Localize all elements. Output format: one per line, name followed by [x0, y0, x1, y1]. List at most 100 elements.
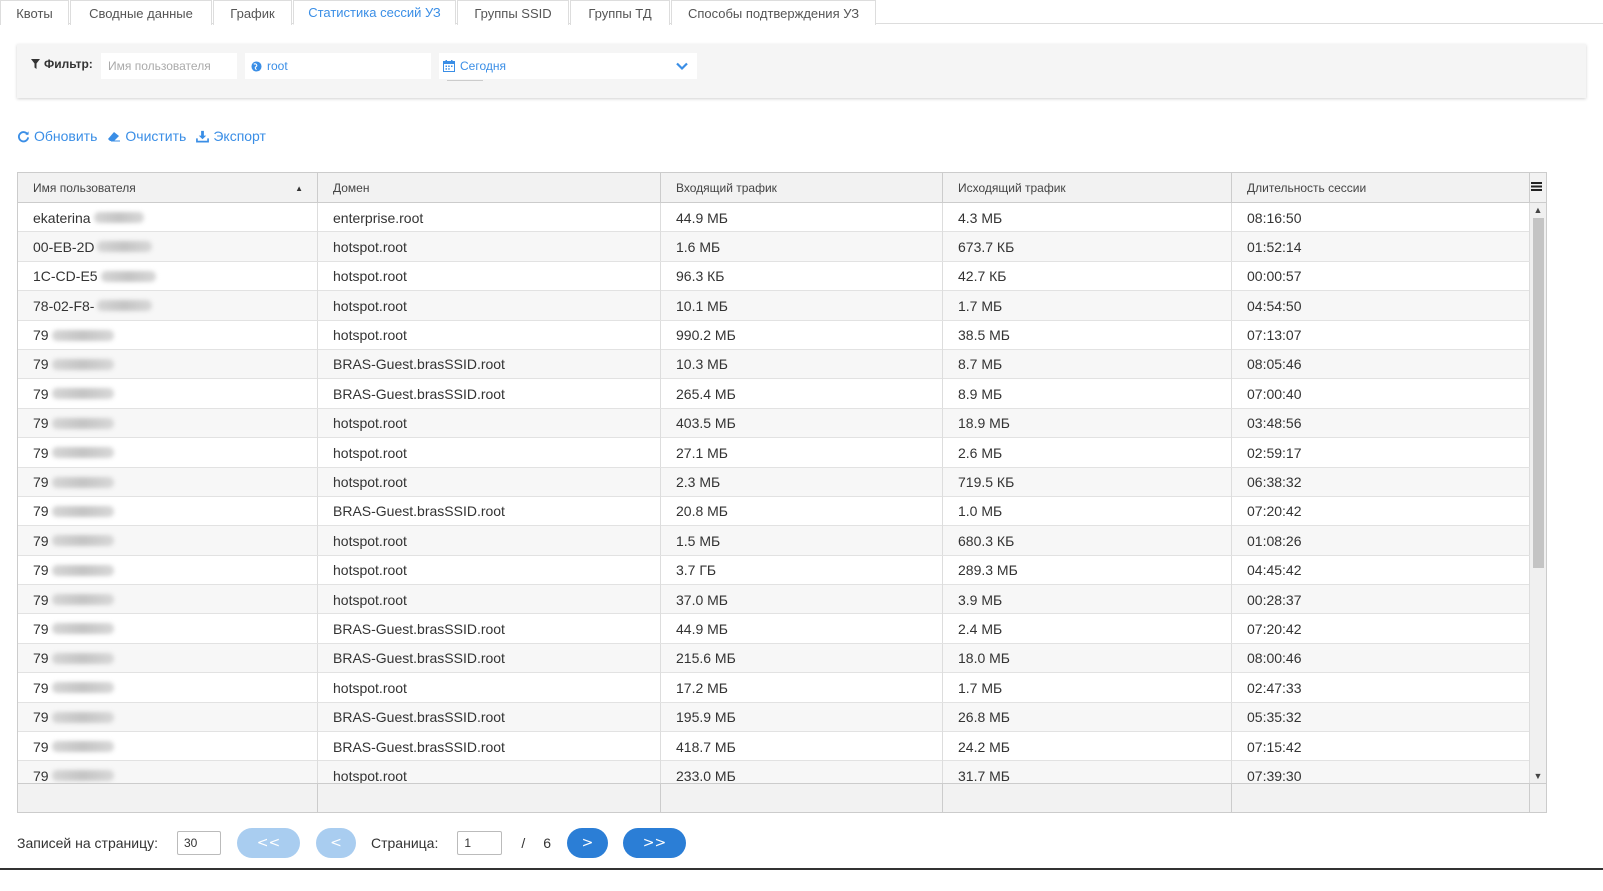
- redacted-text: [51, 741, 114, 753]
- table-row[interactable]: 79 BRAS-Guest.brasSSID.root 418.7 МБ 24.2 М…: [18, 732, 1530, 762]
- incoming-traffic-cell: 990.2 МБ: [661, 320, 943, 350]
- page-number-input[interactable]: [457, 831, 503, 855]
- first-page-button[interactable]: <<: [237, 828, 300, 858]
- clear-button[interactable]: Очистить: [107, 128, 186, 144]
- scroll-up-icon[interactable]: ▲: [1530, 203, 1546, 217]
- export-button[interactable]: Экспорт: [196, 128, 266, 144]
- last-page-button[interactable]: >>: [623, 828, 687, 858]
- cell-text: 27.1 МБ: [676, 444, 728, 461]
- cell-text: 2.3 МБ: [676, 474, 721, 491]
- table-row[interactable]: 00-EB-2D hotspot.root 1.6 МБ 673.7 КБ 01:52:…: [18, 232, 1530, 262]
- table-row[interactable]: 79 BRAS-Guest.brasSSID.root 215.6 МБ 18.0 М…: [18, 643, 1530, 674]
- outgoing-traffic-cell: 2.4 МБ: [943, 614, 1232, 644]
- cell-text: 37.0 МБ: [676, 591, 728, 608]
- refresh-button[interactable]: Обновить: [17, 128, 97, 144]
- filter-label: Фильтр:: [44, 57, 93, 71]
- scrollbar-thumb[interactable]: [1533, 218, 1544, 568]
- cell-text: 403.5 МБ: [676, 415, 736, 432]
- cell-text: 79: [33, 738, 49, 755]
- session-duration-cell: 08:00:46: [1232, 643, 1530, 673]
- cell-text: enterprise.root: [333, 209, 424, 226]
- table-row[interactable]: 79 hotspot.root 37.0 МБ 3.9 МБ 00:28:37: [18, 585, 1530, 615]
- username-cell: 1C-CD-E5: [18, 261, 318, 291]
- table-row[interactable]: ekaterina enterprise.root 44.9 МБ 4.3 МБ 08:…: [18, 203, 1530, 233]
- redacted-text: [51, 358, 114, 370]
- cell-text: 07:15:42: [1247, 738, 1302, 755]
- cell-text: 31.7 МБ: [958, 767, 1010, 783]
- redacted-text: [97, 300, 153, 312]
- table-row[interactable]: 79 BRAS-Guest.brasSSID.root 10.3 МБ 8.7 МБ 0…: [18, 349, 1530, 380]
- cell-text: 1.5 МБ: [676, 532, 721, 549]
- table-row[interactable]: 79 BRAS-Guest.brasSSID.root 20.8 МБ 1.0 МБ 0…: [18, 496, 1530, 527]
- incoming-traffic-cell: 3.7 ГБ: [661, 555, 943, 585]
- cell-text: 42.7 КБ: [958, 268, 1007, 285]
- table-row[interactable]: 79 hotspot.root 1.5 МБ 680.3 КБ 01:08:26: [18, 526, 1530, 556]
- tab-quotas[interactable]: Квоты: [0, 0, 69, 25]
- domain-cell: BRAS-Guest.brasSSID.root: [318, 614, 661, 644]
- cell-text: 418.7 МБ: [676, 738, 736, 755]
- tab-ssid-groups[interactable]: Группы SSID: [457, 0, 569, 25]
- scroll-down-icon[interactable]: ▼: [1530, 769, 1546, 783]
- cell-text: 3.9 МБ: [958, 591, 1003, 608]
- domain-cell: hotspot.root: [318, 261, 661, 291]
- tab-ap-groups[interactable]: Группы ТД: [570, 0, 670, 25]
- table-row[interactable]: 1C-CD-E5 hotspot.root 96.3 КБ 42.7 КБ 00:00:…: [18, 261, 1530, 292]
- incoming-traffic-cell: 1.6 МБ: [661, 232, 943, 262]
- table-row[interactable]: 79 hotspot.root 2.3 МБ 719.5 КБ 06:38:32: [18, 467, 1530, 497]
- table-row[interactable]: 79 hotspot.root 3.7 ГБ 289.3 МБ 04:45:42: [18, 555, 1530, 586]
- tab-confirmation-methods[interactable]: Способы подтверждения УЗ: [671, 0, 876, 25]
- table-row[interactable]: 79 BRAS-Guest.brasSSID.root 44.9 МБ 2.4 МБ 0…: [18, 614, 1530, 644]
- username-cell: 79: [18, 496, 318, 526]
- domain-filter-field[interactable]: root: [245, 53, 431, 79]
- table-row[interactable]: 79 BRAS-Guest.brasSSID.root 195.9 МБ 26.8 М…: [18, 702, 1530, 733]
- session-duration-cell: 05:35:32: [1232, 702, 1530, 732]
- domain-cell: hotspot.root: [318, 673, 661, 703]
- cell-text: hotspot.root: [333, 562, 407, 579]
- table-row[interactable]: 79 hotspot.root 233.0 МБ 31.7 МБ 07:39:30: [18, 761, 1530, 783]
- column-header-incoming[interactable]: Входящий трафик: [661, 173, 943, 203]
- download-icon: [196, 130, 210, 142]
- session-duration-cell: 07:13:07: [1232, 320, 1530, 350]
- cell-text: 8.7 МБ: [958, 356, 1003, 373]
- footer-cell: [1232, 784, 1530, 812]
- cell-text: 1.7 МБ: [958, 679, 1003, 696]
- cell-text: hotspot.root: [333, 679, 407, 696]
- table-row[interactable]: 79 hotspot.root 403.5 МБ 18.9 МБ 03:48:56: [18, 408, 1530, 439]
- session-duration-cell: 02:47:33: [1232, 673, 1530, 703]
- cell-text: BRAS-Guest.brasSSID.root: [333, 650, 505, 667]
- domain-cell: hotspot.root: [318, 408, 661, 438]
- export-label: Экспорт: [213, 128, 266, 144]
- column-header-duration[interactable]: Длительность сессии: [1232, 173, 1530, 203]
- cell-text: 1.0 МБ: [958, 503, 1003, 520]
- per-page-input[interactable]: [177, 831, 221, 855]
- table-row[interactable]: 79 hotspot.root 17.2 МБ 1.7 МБ 02:47:33: [18, 673, 1530, 703]
- date-range-select[interactable]: Сегодня: [439, 53, 697, 79]
- column-menu-icon[interactable]: [1531, 181, 1542, 192]
- cell-text: 215.6 МБ: [676, 650, 736, 667]
- next-page-button[interactable]: >: [567, 828, 609, 858]
- session-duration-cell: 01:52:14: [1232, 232, 1530, 262]
- prev-page-button[interactable]: <: [316, 828, 356, 858]
- vertical-scrollbar[interactable]: ▲ ▼: [1530, 203, 1546, 783]
- domain-cell: BRAS-Guest.brasSSID.root: [318, 702, 661, 732]
- tab-summary[interactable]: Сводные данные: [70, 0, 212, 25]
- column-header-username[interactable]: Имя пользователя ▲: [18, 173, 318, 203]
- column-header-outgoing[interactable]: Исходящий трафик: [943, 173, 1232, 203]
- table-row[interactable]: 79 hotspot.root 990.2 МБ 38.5 МБ 07:13:07: [18, 320, 1530, 350]
- refresh-icon: [17, 130, 30, 142]
- cell-text: hotspot.root: [333, 297, 407, 314]
- domain-cell: hotspot.root: [318, 291, 661, 321]
- table-row[interactable]: 79 hotspot.root 27.1 МБ 2.6 МБ 02:59:17: [18, 438, 1530, 468]
- tab-session-stats[interactable]: Статистика сессий УЗ: [293, 0, 456, 25]
- pagination-bar: Записей на страницу: << < Страница: / 6 …: [17, 828, 687, 858]
- username-filter-input[interactable]: [101, 53, 237, 79]
- table-row[interactable]: 78-02-F8- hotspot.root 10.1 МБ 1.7 МБ 04:54:…: [18, 291, 1530, 321]
- column-header-domain[interactable]: Домен: [318, 173, 661, 203]
- username-cell: 79: [18, 614, 318, 644]
- session-duration-cell: 04:54:50: [1232, 291, 1530, 321]
- table-row[interactable]: 79 BRAS-Guest.brasSSID.root 265.4 МБ 8.9 МБ…: [18, 379, 1530, 409]
- cell-text: 01:52:14: [1247, 238, 1302, 255]
- cell-text: 79: [33, 591, 49, 608]
- username-cell: 79: [18, 555, 318, 585]
- tab-chart[interactable]: График: [213, 0, 292, 25]
